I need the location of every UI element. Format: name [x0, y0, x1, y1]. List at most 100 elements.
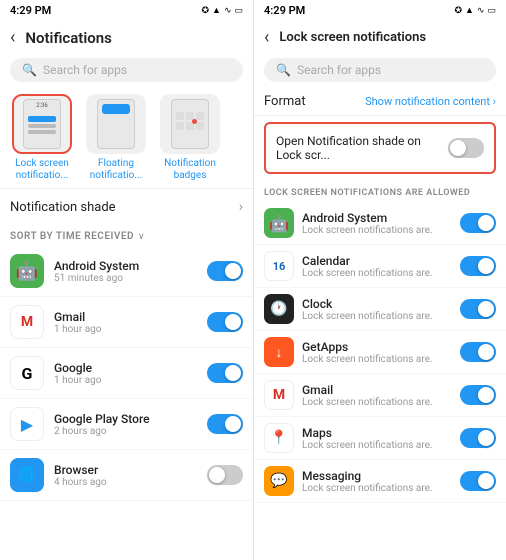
open-notif-label: Open Notification shade on Lock scr...: [276, 134, 442, 162]
app-time: 4 hours ago: [54, 477, 207, 488]
toggle-r-gmail[interactable]: [460, 385, 496, 405]
toggle-r-maps[interactable]: [460, 428, 496, 448]
notif-type-icon-floating: [86, 94, 146, 154]
app-icon-browser: 🌐: [10, 458, 44, 492]
app-name: Android System: [302, 211, 460, 225]
toggle-r-clock[interactable]: [460, 299, 496, 319]
status-icons-right: ✪ ▲ ∿ ▭: [454, 5, 496, 16]
page-title-left: Notifications: [25, 29, 111, 47]
app-sub: Lock screen notifications are.: [302, 440, 460, 451]
app-info-r-calendar: Calendar Lock screen notifications are.: [302, 254, 460, 279]
notif-type-icon-lock: 2:36: [12, 94, 72, 154]
time-left: 4:29 PM: [10, 4, 51, 17]
bluetooth-icon: ✪: [201, 6, 209, 16]
battery-icon: ▭: [234, 6, 243, 16]
list-item[interactable]: 16 Calendar Lock screen notifications ar…: [254, 245, 506, 288]
app-name: Messaging: [302, 469, 460, 483]
notif-type-lock[interactable]: 2:36 Lock screennotificatio...: [8, 94, 76, 182]
notif-type-label-badges: Notificationbadges: [164, 158, 216, 182]
notification-shade-label: Notification shade: [10, 200, 116, 215]
chevron-icon-shade: ›: [239, 199, 243, 215]
app-sub: Lock screen notifications are.: [302, 225, 460, 236]
toggle-gmail[interactable]: [207, 312, 243, 332]
list-item[interactable]: 🤖 Android System Lock screen notificatio…: [254, 202, 506, 245]
app-sub: Lock screen notifications are.: [302, 354, 460, 365]
search-placeholder-right: Search for apps: [297, 63, 381, 77]
list-item[interactable]: 🤖 Android System 51 minutes ago: [0, 246, 253, 297]
list-item[interactable]: 💬 Messaging Lock screen notifications ar…: [254, 460, 506, 503]
format-label: Format: [264, 94, 306, 109]
format-link[interactable]: Show notification content ›: [365, 95, 496, 108]
app-info-r-maps: Maps Lock screen notifications are.: [302, 426, 460, 451]
app-icon-play: ▶: [10, 407, 44, 441]
list-item[interactable]: 🕐 Clock Lock screen notifications are.: [254, 288, 506, 331]
list-item[interactable]: 🌐 Browser 4 hours ago: [0, 450, 253, 501]
search-placeholder-left: Search for apps: [43, 63, 127, 77]
notif-type-icon-badges: [160, 94, 220, 154]
notif-type-badges[interactable]: Notificationbadges: [156, 94, 224, 182]
notif-type-floating[interactable]: Floatingnotificatio...: [82, 94, 150, 182]
left-panel: 4:29 PM ✪ ▲ ∿ ▭ ‹ Notifications 🔍 Search…: [0, 0, 253, 560]
toggle-browser[interactable]: [207, 465, 243, 485]
app-name: Browser: [54, 463, 207, 477]
format-row[interactable]: Format Show notification content ›: [254, 88, 506, 116]
app-info-google: Google 1 hour ago: [54, 361, 207, 386]
toggle-r-messaging[interactable]: [460, 471, 496, 491]
sort-arrow-icon: ∨: [138, 232, 145, 242]
header-left: ‹ Notifications: [0, 21, 253, 54]
toggle-r-android[interactable]: [460, 213, 496, 233]
app-name: Gmail: [54, 310, 207, 324]
right-panel: 4:29 PM ✪ ▲ ∿ ▭ ‹ Lock screen notificati…: [253, 0, 506, 560]
toggle-r-getapps[interactable]: [460, 342, 496, 362]
search-icon-left: 🔍: [22, 63, 37, 77]
app-sub: Lock screen notifications are.: [302, 311, 460, 322]
open-notif-row[interactable]: Open Notification shade on Lock scr...: [264, 122, 496, 174]
list-item[interactable]: M Gmail Lock screen notifications are.: [254, 374, 506, 417]
list-item[interactable]: M Gmail 1 hour ago: [0, 297, 253, 348]
notification-shade-row[interactable]: Notification shade ›: [0, 188, 253, 225]
list-item[interactable]: 📍 Maps Lock screen notifications are.: [254, 417, 506, 460]
toggle-r-calendar[interactable]: [460, 256, 496, 276]
list-item[interactable]: ▶ Google Play Store 2 hours ago: [0, 399, 253, 450]
toggle-play[interactable]: [207, 414, 243, 434]
app-name: Gmail: [302, 383, 460, 397]
app-sub: Lock screen notifications are.: [302, 483, 460, 494]
toggle-android[interactable]: [207, 261, 243, 281]
list-item[interactable]: G Google 1 hour ago: [0, 348, 253, 399]
sort-label: SORT BY TIME RECEIVED: [10, 231, 134, 242]
app-icon-r-maps: 📍: [264, 423, 294, 453]
app-info-gmail: Gmail 1 hour ago: [54, 310, 207, 335]
app-icon-gmail: M: [10, 305, 44, 339]
app-icon-google: G: [10, 356, 44, 390]
status-icons-left: ✪ ▲ ∿ ▭: [201, 5, 243, 16]
app-icon-r-android: 🤖: [264, 208, 294, 238]
back-button-right[interactable]: ‹: [264, 27, 269, 48]
app-icon-r-getapps: ↓: [264, 337, 294, 367]
list-item[interactable]: ↓ GetApps Lock screen notifications are.: [254, 331, 506, 374]
sort-bar[interactable]: SORT BY TIME RECEIVED ∨: [0, 225, 253, 246]
search-bar-right[interactable]: 🔍 Search for apps: [264, 58, 496, 82]
app-info-r-clock: Clock Lock screen notifications are.: [302, 297, 460, 322]
back-button-left[interactable]: ‹: [10, 27, 15, 48]
app-icon-r-clock: 🕐: [264, 294, 294, 324]
search-bar-left[interactable]: 🔍 Search for apps: [10, 58, 243, 82]
app-sub: Lock screen notifications are.: [302, 397, 460, 408]
notif-type-label-floating: Floatingnotificatio...: [90, 158, 142, 182]
app-info-r-gmail: Gmail Lock screen notifications are.: [302, 383, 460, 408]
app-sub: Lock screen notifications are.: [302, 268, 460, 279]
search-icon-right: 🔍: [276, 63, 291, 77]
time-right: 4:29 PM: [264, 4, 305, 17]
app-info-play: Google Play Store 2 hours ago: [54, 412, 207, 437]
toggle-google[interactable]: [207, 363, 243, 383]
wifi-icon-r: ∿: [477, 6, 485, 16]
notif-type-label-lock: Lock screennotificatio...: [15, 158, 69, 182]
app-name: GetApps: [302, 340, 460, 354]
app-icon-r-calendar: 16: [264, 251, 294, 281]
app-info-browser: Browser 4 hours ago: [54, 463, 207, 488]
app-list-right: 🤖 Android System Lock screen notificatio…: [254, 202, 506, 560]
app-info-r-messaging: Messaging Lock screen notifications are.: [302, 469, 460, 494]
toggle-open-notif[interactable]: [448, 138, 484, 158]
signal-icon-r: ▲: [465, 5, 474, 16]
app-info-r-getapps: GetApps Lock screen notifications are.: [302, 340, 460, 365]
app-name: Clock: [302, 297, 460, 311]
